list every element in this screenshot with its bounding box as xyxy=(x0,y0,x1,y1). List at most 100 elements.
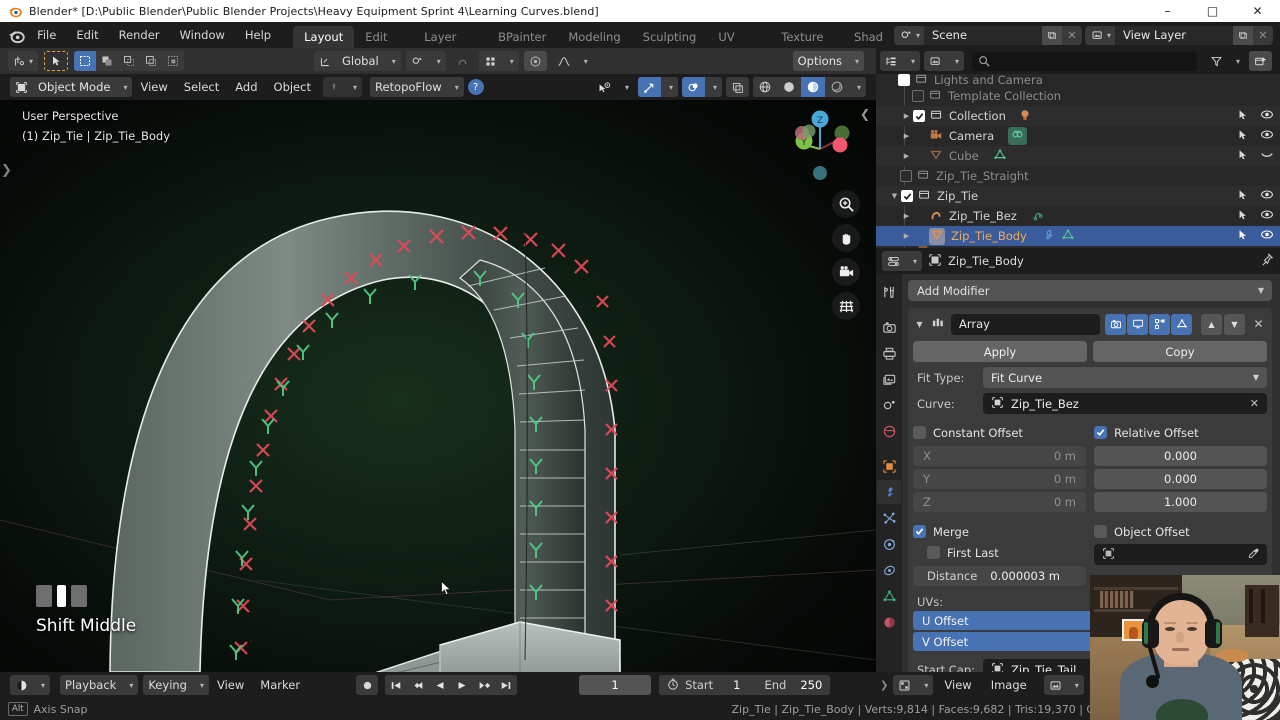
unlink-view-layer-button[interactable]: ✕ xyxy=(1253,26,1273,45)
row-checkbox[interactable] xyxy=(900,170,912,182)
constant-offset-z[interactable]: Z0 m xyxy=(913,492,1086,512)
proportional-editing-toggle[interactable] xyxy=(524,51,547,71)
row-checkbox[interactable] xyxy=(898,74,910,86)
chevron-down-icon-11[interactable]: ▾ xyxy=(708,77,722,97)
unlink-scene-button[interactable]: ✕ xyxy=(1062,26,1082,45)
retopoflow-label[interactable]: RetopoFlow xyxy=(370,77,447,97)
row-checkbox[interactable] xyxy=(913,110,925,122)
image-editor-menu-view[interactable]: View xyxy=(936,675,979,695)
timeline-editor-type-selector[interactable]: ▾ xyxy=(10,675,50,695)
modifier-collapse-icon[interactable]: ▼ xyxy=(913,320,926,329)
scene-selector[interactable]: ▾ Scene ⧉ ✕ xyxy=(894,26,1082,45)
clear-curve-icon[interactable]: ✕ xyxy=(1250,397,1259,410)
show-overlays-icon[interactable] xyxy=(682,77,705,97)
timeline-icon[interactable] xyxy=(10,675,33,695)
row-checkbox[interactable] xyxy=(901,190,913,202)
start-frame-value[interactable]: 1 xyxy=(733,678,740,692)
blender-menu-icon[interactable] xyxy=(6,24,27,46)
tab-output[interactable] xyxy=(877,341,901,365)
menu-window[interactable]: Window xyxy=(171,25,234,45)
viewport-menu-object[interactable]: Object xyxy=(266,77,319,97)
modifier-move-down-button[interactable]: ▼ xyxy=(1224,314,1245,335)
list-item[interactable]: Lights and Camera xyxy=(876,74,1280,86)
chevron-down-icon-13[interactable]: ▾ xyxy=(36,675,50,695)
modifier-on-cage-toggle[interactable] xyxy=(1171,314,1192,335)
row-checkbox[interactable] xyxy=(912,90,924,102)
end-frame-value[interactable]: 250 xyxy=(800,678,822,692)
chevron-down-icon-5[interactable]: ▾ xyxy=(850,51,864,71)
tab-layout[interactable]: Layout xyxy=(293,26,354,48)
menu-help[interactable]: Help xyxy=(236,25,280,45)
falloff-curve-icon[interactable] xyxy=(552,51,576,71)
tab-object[interactable] xyxy=(877,454,901,478)
constant-offset-y[interactable]: Y0 m xyxy=(913,469,1086,489)
material-preview-shading-icon[interactable] xyxy=(801,77,825,97)
rendered-shading-icon[interactable] xyxy=(825,77,849,97)
relative-offset-toggle[interactable]: Relative Offset xyxy=(1094,422,1267,443)
outliner-row-label[interactable]: Template Collection xyxy=(948,89,1061,103)
xray-toggle-button[interactable] xyxy=(726,77,749,97)
selectable-cursor-icon[interactable] xyxy=(1237,129,1249,144)
tab-object-data[interactable] xyxy=(877,584,901,608)
list-item[interactable]: ▶ Camera xyxy=(876,126,1280,146)
select-invert-icon[interactable] xyxy=(140,51,162,71)
menu-edit[interactable]: Edit xyxy=(67,25,107,45)
viewport-sidebar-toggle-icon[interactable]: ❯ xyxy=(1,163,12,178)
chevron-down-icon-12[interactable]: ▾ xyxy=(852,77,866,97)
select-intersect-icon[interactable] xyxy=(162,51,184,71)
camera-data-icon[interactable] xyxy=(1008,127,1027,145)
relative-offset-z[interactable]: 1.000 xyxy=(1094,492,1267,512)
outliner-search-input[interactable] xyxy=(972,52,1197,71)
chevron-down-icon-17[interactable]: ▾ xyxy=(950,51,964,71)
transform-orientation-value[interactable]: Global xyxy=(337,51,384,71)
grid-dots-icon[interactable] xyxy=(479,51,502,71)
object-offset-checkbox[interactable] xyxy=(1094,525,1107,538)
list-item[interactable]: ▶ Collection xyxy=(876,106,1280,126)
expand-disclosure-icon[interactable]: ▶ xyxy=(900,232,913,240)
keying-menu[interactable]: Keying ▾ xyxy=(143,675,209,695)
properties-icon[interactable] xyxy=(882,251,905,271)
modifier-icon[interactable] xyxy=(1041,228,1055,245)
expand-disclosure-icon[interactable]: ▶ xyxy=(900,212,913,220)
eye-visibility-icon[interactable] xyxy=(593,77,617,97)
tab-view-layer[interactable] xyxy=(877,367,901,391)
tab-modifiers[interactable] xyxy=(877,480,901,504)
close-button[interactable]: ✕ xyxy=(1235,0,1280,22)
view-layer-selector[interactable]: ▾ View Layer ⧉ ✕ xyxy=(1085,26,1273,45)
copy-button[interactable]: Copy xyxy=(1093,341,1267,362)
fit-type-dropdown[interactable]: Fit Curve ▼ xyxy=(983,367,1267,388)
first-last-toggle[interactable]: First Last xyxy=(913,542,1086,563)
tab-bpainter[interactable]: BPainter xyxy=(487,26,557,48)
relative-offset-x[interactable]: 0.000 xyxy=(1094,446,1267,466)
tab-render[interactable] xyxy=(877,315,901,339)
chevron-down-icon-3[interactable]: ▾ xyxy=(505,51,519,71)
chevron-down-icon-14[interactable]: ▾ xyxy=(124,675,138,695)
proportional-edit-group[interactable]: ▾ xyxy=(479,51,519,71)
chevron-down-icon-16[interactable]: ▾ xyxy=(906,51,920,71)
image-datablock-icon[interactable] xyxy=(1044,675,1067,695)
tab-shading[interactable]: Shad xyxy=(843,26,894,48)
light-icon[interactable] xyxy=(1018,108,1032,125)
view-layer-icon[interactable]: ▾ xyxy=(1085,26,1115,45)
outliner-display-mode[interactable]: ▾ xyxy=(924,51,964,71)
selectable-cursor-icon[interactable] xyxy=(1237,189,1249,204)
minimize-button[interactable]: – xyxy=(1145,0,1190,22)
constant-offset-checkbox[interactable] xyxy=(913,426,926,439)
timeline-menu-view[interactable]: View xyxy=(209,675,252,695)
visibility-eye-icon[interactable] xyxy=(1260,109,1274,123)
prev-keyframe-icon[interactable] xyxy=(407,675,429,695)
visibility-closed-eye-icon[interactable] xyxy=(1260,149,1274,163)
tab-uv-editing[interactable]: UV Editing xyxy=(707,26,770,48)
select-extend-icon[interactable] xyxy=(96,51,118,71)
scene-name[interactable]: Scene xyxy=(924,28,1042,42)
viewport-panel-collapse-icon[interactable]: ❮ xyxy=(860,107,870,121)
gizmo-toggle-group[interactable]: ▾ xyxy=(638,77,678,97)
modifier-name-field[interactable]: Array xyxy=(951,314,1100,335)
chevron-down-icon-18[interactable]: ▾ xyxy=(1231,51,1245,71)
play-icon[interactable] xyxy=(451,675,473,695)
viewport-menu-view[interactable]: View xyxy=(132,77,175,97)
constant-offset-x[interactable]: X0 m xyxy=(913,446,1086,466)
viewport-menu-add[interactable]: Add xyxy=(227,77,265,97)
select-new-icon[interactable] xyxy=(74,51,96,71)
grid-icon[interactable] xyxy=(832,292,860,320)
